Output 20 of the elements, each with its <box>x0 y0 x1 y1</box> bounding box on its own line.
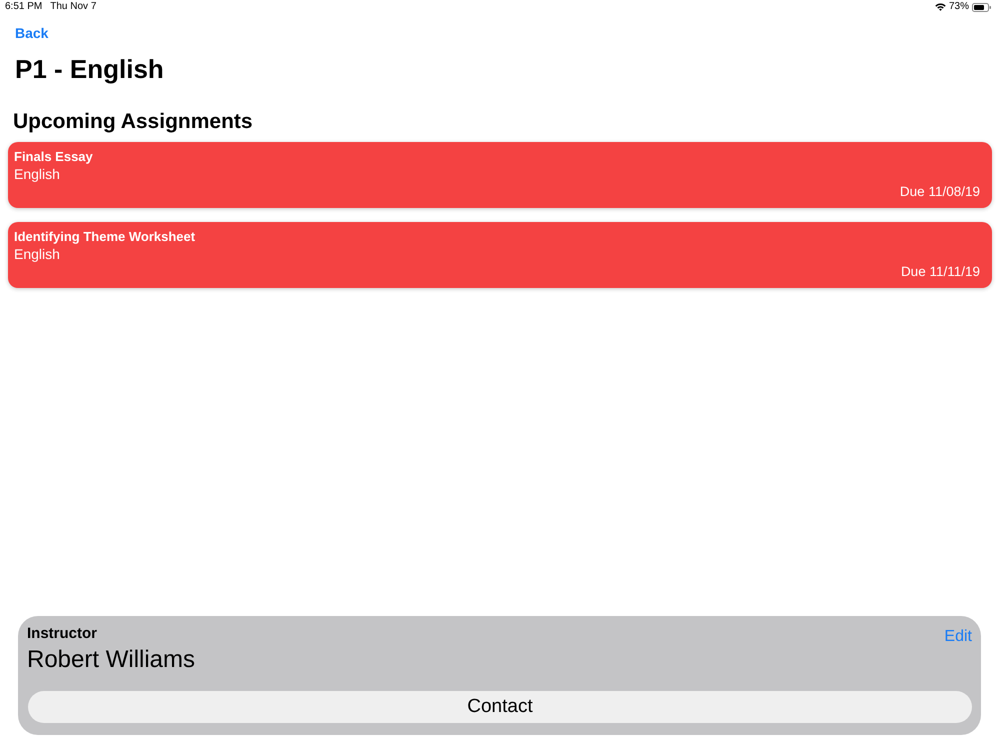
assignment-subject: English <box>14 245 60 263</box>
wifi-icon <box>934 3 946 11</box>
instructor-name: Robert Williams <box>27 646 196 674</box>
status-time: 6:51 PM <box>5 0 42 14</box>
assignment-due-date: Due 11/08/19 <box>900 183 980 201</box>
instructor-label: Instructor <box>27 625 98 643</box>
contact-button[interactable]: Contact <box>28 691 972 723</box>
section-title: Upcoming Assignments <box>13 109 253 135</box>
status-date: Thu Nov 7 <box>50 0 96 14</box>
assignment-card[interactable]: Finals Essay English Due 11/08/19 <box>8 142 992 208</box>
assignment-card[interactable]: Identifying Theme Worksheet English Due 11/11/19 <box>8 222 992 288</box>
edit-link[interactable]: Edit <box>944 627 972 646</box>
battery-percent: 73% <box>948 0 969 14</box>
assignment-due-date: Due 11/11/19 <box>900 263 980 281</box>
page-title: P1 - English <box>15 54 164 84</box>
back-link[interactable]: Back <box>15 25 48 42</box>
assignment-title: Finals Essay <box>14 149 93 165</box>
battery-icon <box>972 2 991 12</box>
assignment-title: Identifying Theme Worksheet <box>14 229 196 245</box>
assignment-subject: English <box>14 165 60 183</box>
